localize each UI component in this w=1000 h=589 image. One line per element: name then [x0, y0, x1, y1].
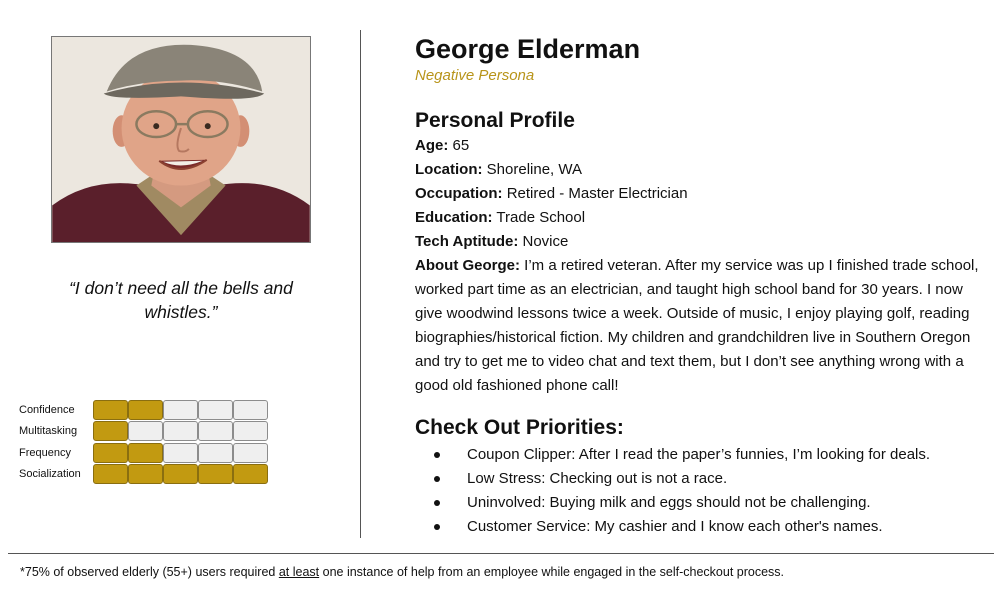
- rating-cell-filled: [128, 442, 163, 463]
- rating-cell-empty: [198, 399, 233, 420]
- rating-cell-empty: [233, 399, 268, 420]
- about-value: I’m a retired veteran. After my service …: [415, 257, 979, 394]
- rating-row-frequency: Frequency: [14, 442, 268, 464]
- rating-row-socialization: Socialization: [14, 464, 268, 486]
- persona-name: George Elderman: [415, 34, 641, 64]
- age-field: Age: 65: [415, 134, 985, 158]
- rating-label: Multitasking: [19, 425, 78, 438]
- rating-cells: [93, 464, 268, 485]
- rating-row-confidence: Confidence: [14, 399, 268, 421]
- rating-cell-filled: [93, 421, 128, 442]
- bullet-icon: [434, 452, 440, 458]
- rating-cell-empty: [233, 421, 268, 442]
- rating-label: Confidence: [19, 403, 75, 416]
- priority-text: Coupon Clipper: After I read the paper’s…: [467, 446, 931, 463]
- education-field: Education: Trade School: [415, 206, 985, 230]
- rating-cell-filled: [128, 399, 163, 420]
- occupation-label: Occupation:: [415, 185, 503, 202]
- priority-text: Customer Service: My cashier and I know …: [467, 518, 883, 535]
- about-field: About George: I’m a retired veteran. Aft…: [415, 254, 980, 398]
- priorities-list: Coupon Clipper: After I read the paper’s…: [415, 443, 985, 539]
- priorities-title: Check Out Priorities:: [415, 416, 624, 439]
- rating-row-multitasking: Multitasking: [14, 421, 268, 443]
- priority-item: Customer Service: My cashier and I know …: [415, 515, 985, 539]
- rating-cell-filled: [93, 464, 128, 485]
- location-label: Location:: [415, 161, 483, 178]
- ratings-grid: Confidence Multitasking Frequency Socializa…: [14, 399, 268, 485]
- tech-value: Novice: [522, 233, 569, 250]
- bullet-icon: [434, 524, 440, 530]
- location-value: Shoreline, WA: [486, 161, 582, 178]
- rating-cell-filled: [198, 464, 233, 485]
- horizontal-divider: [8, 553, 994, 554]
- profile-title: Personal Profile: [415, 109, 575, 132]
- footnote-text-after: one instance of help from an employee wh…: [319, 565, 785, 579]
- tech-field: Tech Aptitude: Novice: [415, 230, 985, 254]
- rating-cell-filled: [93, 442, 128, 463]
- priority-item: Low Stress: Checking out is not a race.: [415, 467, 985, 491]
- rating-cell-filled: [93, 399, 128, 420]
- rating-label: Socialization: [19, 468, 81, 481]
- rating-cells: [93, 442, 268, 463]
- occupation-field: Occupation: Retired - Master Electrician: [415, 182, 985, 206]
- rating-cell-filled: [128, 464, 163, 485]
- rating-cell-empty: [128, 421, 163, 442]
- footnote-text-before: *75% of observed elderly (55+) users req…: [20, 565, 279, 579]
- priority-item: Coupon Clipper: After I read the paper’s…: [415, 443, 985, 467]
- footnote-underlined: at least: [278, 565, 320, 579]
- location-field: Location: Shoreline, WA: [415, 158, 985, 182]
- rating-label: Frequency: [19, 446, 71, 459]
- rating-cell-empty: [198, 442, 233, 463]
- persona-details: George Elderman Negative Persona Persona…: [415, 32, 985, 539]
- education-label: Education:: [415, 209, 493, 226]
- rating-cell-empty: [198, 421, 233, 442]
- persona-quote: “I don’t need all the bells and whistles…: [69, 278, 293, 322]
- rating-cells: [93, 421, 268, 442]
- elderly-man-portrait: [52, 37, 310, 242]
- bullet-icon: [434, 500, 440, 506]
- age-label: Age:: [415, 137, 449, 154]
- priority-text: Low Stress: Checking out is not a race.: [467, 470, 728, 487]
- rating-cell-empty: [163, 399, 198, 420]
- rating-cells: [93, 399, 268, 420]
- priority-text: Uninvolved: Buying milk and eggs should …: [467, 494, 871, 511]
- rating-cell-empty: [233, 442, 268, 463]
- vertical-divider: [360, 30, 361, 538]
- rating-cell-empty: [163, 421, 198, 442]
- footnote: *75% of observed elderly (55+) users req…: [20, 565, 784, 579]
- education-value: Trade School: [496, 209, 586, 226]
- rating-cell-empty: [163, 442, 198, 463]
- occupation-value: Retired - Master Electrician: [506, 185, 688, 202]
- priority-item: Uninvolved: Buying milk and eggs should …: [415, 491, 985, 515]
- about-label: About George:: [415, 257, 520, 274]
- bullet-icon: [434, 476, 440, 482]
- persona-photo: [51, 36, 311, 243]
- persona-type: Negative Persona: [415, 67, 535, 84]
- rating-cell-filled: [233, 464, 268, 485]
- tech-label: Tech Aptitude:: [415, 233, 519, 250]
- age-value: 65: [452, 137, 470, 154]
- rating-cell-filled: [163, 464, 198, 485]
